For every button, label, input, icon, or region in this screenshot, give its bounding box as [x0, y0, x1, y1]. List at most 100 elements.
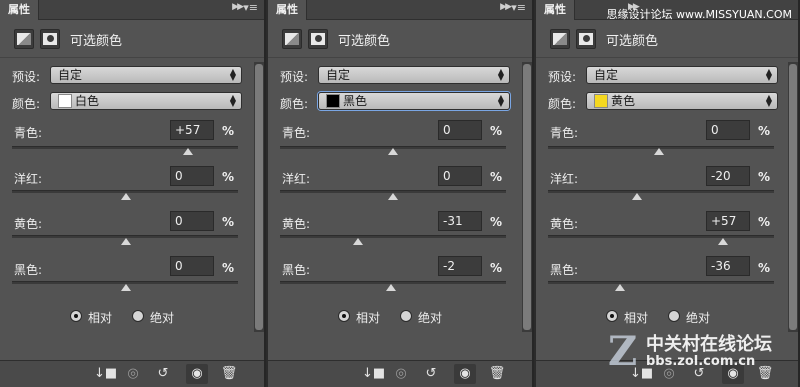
- absolute-radio[interactable]: [668, 310, 680, 322]
- cyan-label: 青色:: [550, 126, 579, 140]
- black-value[interactable]: -36: [706, 256, 750, 276]
- double-arrow-icon[interactable]: ▶▶: [500, 2, 512, 12]
- magenta-slider-thumb[interactable]: [632, 193, 642, 200]
- eye-icon[interactable]: ◉: [454, 364, 476, 384]
- reset-icon[interactable]: ↺: [152, 364, 174, 384]
- watermark-site: 中关村在线论坛: [646, 334, 772, 355]
- panel-scrollbar[interactable]: [254, 62, 264, 332]
- color-swatch: [58, 94, 72, 108]
- yellow-slider-thumb[interactable]: [353, 238, 363, 245]
- reset-icon[interactable]: ↺: [420, 364, 442, 384]
- cyan-label: 青色:: [14, 126, 43, 140]
- cyan-slider-thumb[interactable]: [654, 148, 664, 155]
- double-arrow-icon[interactable]: ▶▶: [232, 2, 244, 12]
- scrollbar-thumb[interactable]: [255, 64, 263, 330]
- cyan-value[interactable]: 0: [438, 120, 482, 140]
- panel-titlebar: 属性 ▶▶ ▾≡: [0, 0, 264, 20]
- black-label: 黑色:: [14, 263, 43, 277]
- preset-label: 预设:: [280, 70, 309, 84]
- relative-radio[interactable]: [338, 310, 350, 322]
- scrollbar-thumb[interactable]: [789, 64, 797, 330]
- magenta-slider[interactable]: [548, 190, 774, 193]
- panel-scrollbar[interactable]: [788, 62, 798, 332]
- black-slider-thumb[interactable]: [386, 284, 396, 291]
- preset-label: 预设:: [548, 70, 577, 84]
- magenta-slider-thumb[interactable]: [121, 193, 131, 200]
- mask-icon[interactable]: [40, 29, 60, 49]
- cyan-slider[interactable]: [12, 146, 238, 149]
- absolute-label: 绝对: [418, 311, 443, 325]
- view-previous-state-icon[interactable]: ◎: [390, 364, 412, 384]
- percent-sign: %: [222, 170, 235, 184]
- view-previous-state-icon[interactable]: ◎: [122, 364, 144, 384]
- cyan-slider-thumb[interactable]: [388, 148, 398, 155]
- colors-select[interactable]: 白色 ▲ ▼: [50, 92, 242, 110]
- black-value[interactable]: -2: [438, 256, 482, 276]
- cyan-value[interactable]: +57: [170, 120, 214, 140]
- cyan-value[interactable]: 0: [706, 120, 750, 140]
- yellow-slider-thumb[interactable]: [121, 238, 131, 245]
- yellow-slider[interactable]: [548, 235, 774, 238]
- magenta-value[interactable]: -20: [706, 166, 750, 186]
- relative-radio[interactable]: [70, 310, 82, 322]
- tab-properties[interactable]: 属性: [0, 0, 39, 20]
- clip-to-layer-icon[interactable]: ↓■: [362, 364, 385, 384]
- magenta-label: 洋红:: [14, 172, 43, 186]
- watermark-url: bbs.zol.com.cn: [646, 354, 756, 369]
- tab-properties[interactable]: 属性: [536, 0, 575, 20]
- trash-icon[interactable]: 🗑: [754, 364, 776, 384]
- colors-select[interactable]: 黑色 ▲ ▼: [318, 92, 510, 110]
- yellow-slider-thumb[interactable]: [718, 238, 728, 245]
- yellow-value[interactable]: +57: [706, 211, 750, 231]
- tab-properties[interactable]: 属性: [268, 0, 307, 20]
- trash-icon[interactable]: 🗑: [218, 364, 240, 384]
- percent-sign: %: [490, 261, 503, 275]
- preset-select[interactable]: 自定 ▲ ▼: [50, 66, 242, 84]
- cyan-slider-thumb[interactable]: [183, 148, 193, 155]
- yellow-value[interactable]: -31: [438, 211, 482, 231]
- black-slider-thumb[interactable]: [615, 284, 625, 291]
- mask-icon[interactable]: [576, 29, 596, 49]
- preset-label: 预设:: [12, 70, 41, 84]
- preset-select[interactable]: 自定 ▲ ▼: [318, 66, 510, 84]
- adjustment-icon[interactable]: [550, 29, 570, 49]
- yellow-label: 黄色:: [14, 217, 43, 231]
- colors-label: 颜色:: [280, 97, 309, 111]
- relative-radio[interactable]: [606, 310, 618, 322]
- panel-menu-icon[interactable]: ▾≡: [511, 1, 526, 14]
- scrollbar-thumb[interactable]: [523, 64, 531, 330]
- chevron-updown-icon: ▲ ▼: [497, 67, 504, 82]
- absolute-label: 绝对: [686, 311, 711, 325]
- panel-menu-icon[interactable]: ▾≡: [243, 1, 258, 14]
- magenta-slider-thumb[interactable]: [388, 193, 398, 200]
- adjustment-icon[interactable]: [14, 29, 34, 49]
- panel-bottom-toolbar: ↓■ ◎ ↺ ◉ 🗑: [0, 360, 264, 387]
- yellow-value[interactable]: 0: [170, 211, 214, 231]
- chevron-updown-icon: ▲ ▼: [497, 93, 504, 108]
- panel-scrollbar[interactable]: [522, 62, 532, 332]
- yellow-label: 黄色:: [282, 217, 311, 231]
- black-label: 黑色:: [550, 263, 579, 277]
- trash-icon[interactable]: 🗑: [486, 364, 508, 384]
- black-slider-thumb[interactable]: [121, 284, 131, 291]
- colors-select[interactable]: 黄色 ▲ ▼: [586, 92, 778, 110]
- chevron-updown-icon: ▲ ▼: [229, 93, 236, 108]
- black-slider[interactable]: [548, 281, 774, 284]
- adjustment-icon[interactable]: [282, 29, 302, 49]
- mask-icon[interactable]: [308, 29, 328, 49]
- absolute-label: 绝对: [150, 311, 175, 325]
- clip-to-layer-icon[interactable]: ↓■: [94, 364, 117, 384]
- relative-label: 相对: [356, 311, 381, 325]
- magenta-label: 洋红:: [282, 172, 311, 186]
- yellow-label: 黄色:: [550, 217, 579, 231]
- magenta-value[interactable]: 0: [170, 166, 214, 186]
- adjustment-title: 可选颜色: [606, 34, 659, 49]
- absolute-radio[interactable]: [400, 310, 412, 322]
- percent-sign: %: [758, 261, 771, 275]
- black-value[interactable]: 0: [170, 256, 214, 276]
- absolute-radio[interactable]: [132, 310, 144, 322]
- magenta-value[interactable]: 0: [438, 166, 482, 186]
- eye-icon[interactable]: ◉: [186, 364, 208, 384]
- yellow-slider[interactable]: [280, 235, 506, 238]
- preset-select[interactable]: 自定 ▲ ▼: [586, 66, 778, 84]
